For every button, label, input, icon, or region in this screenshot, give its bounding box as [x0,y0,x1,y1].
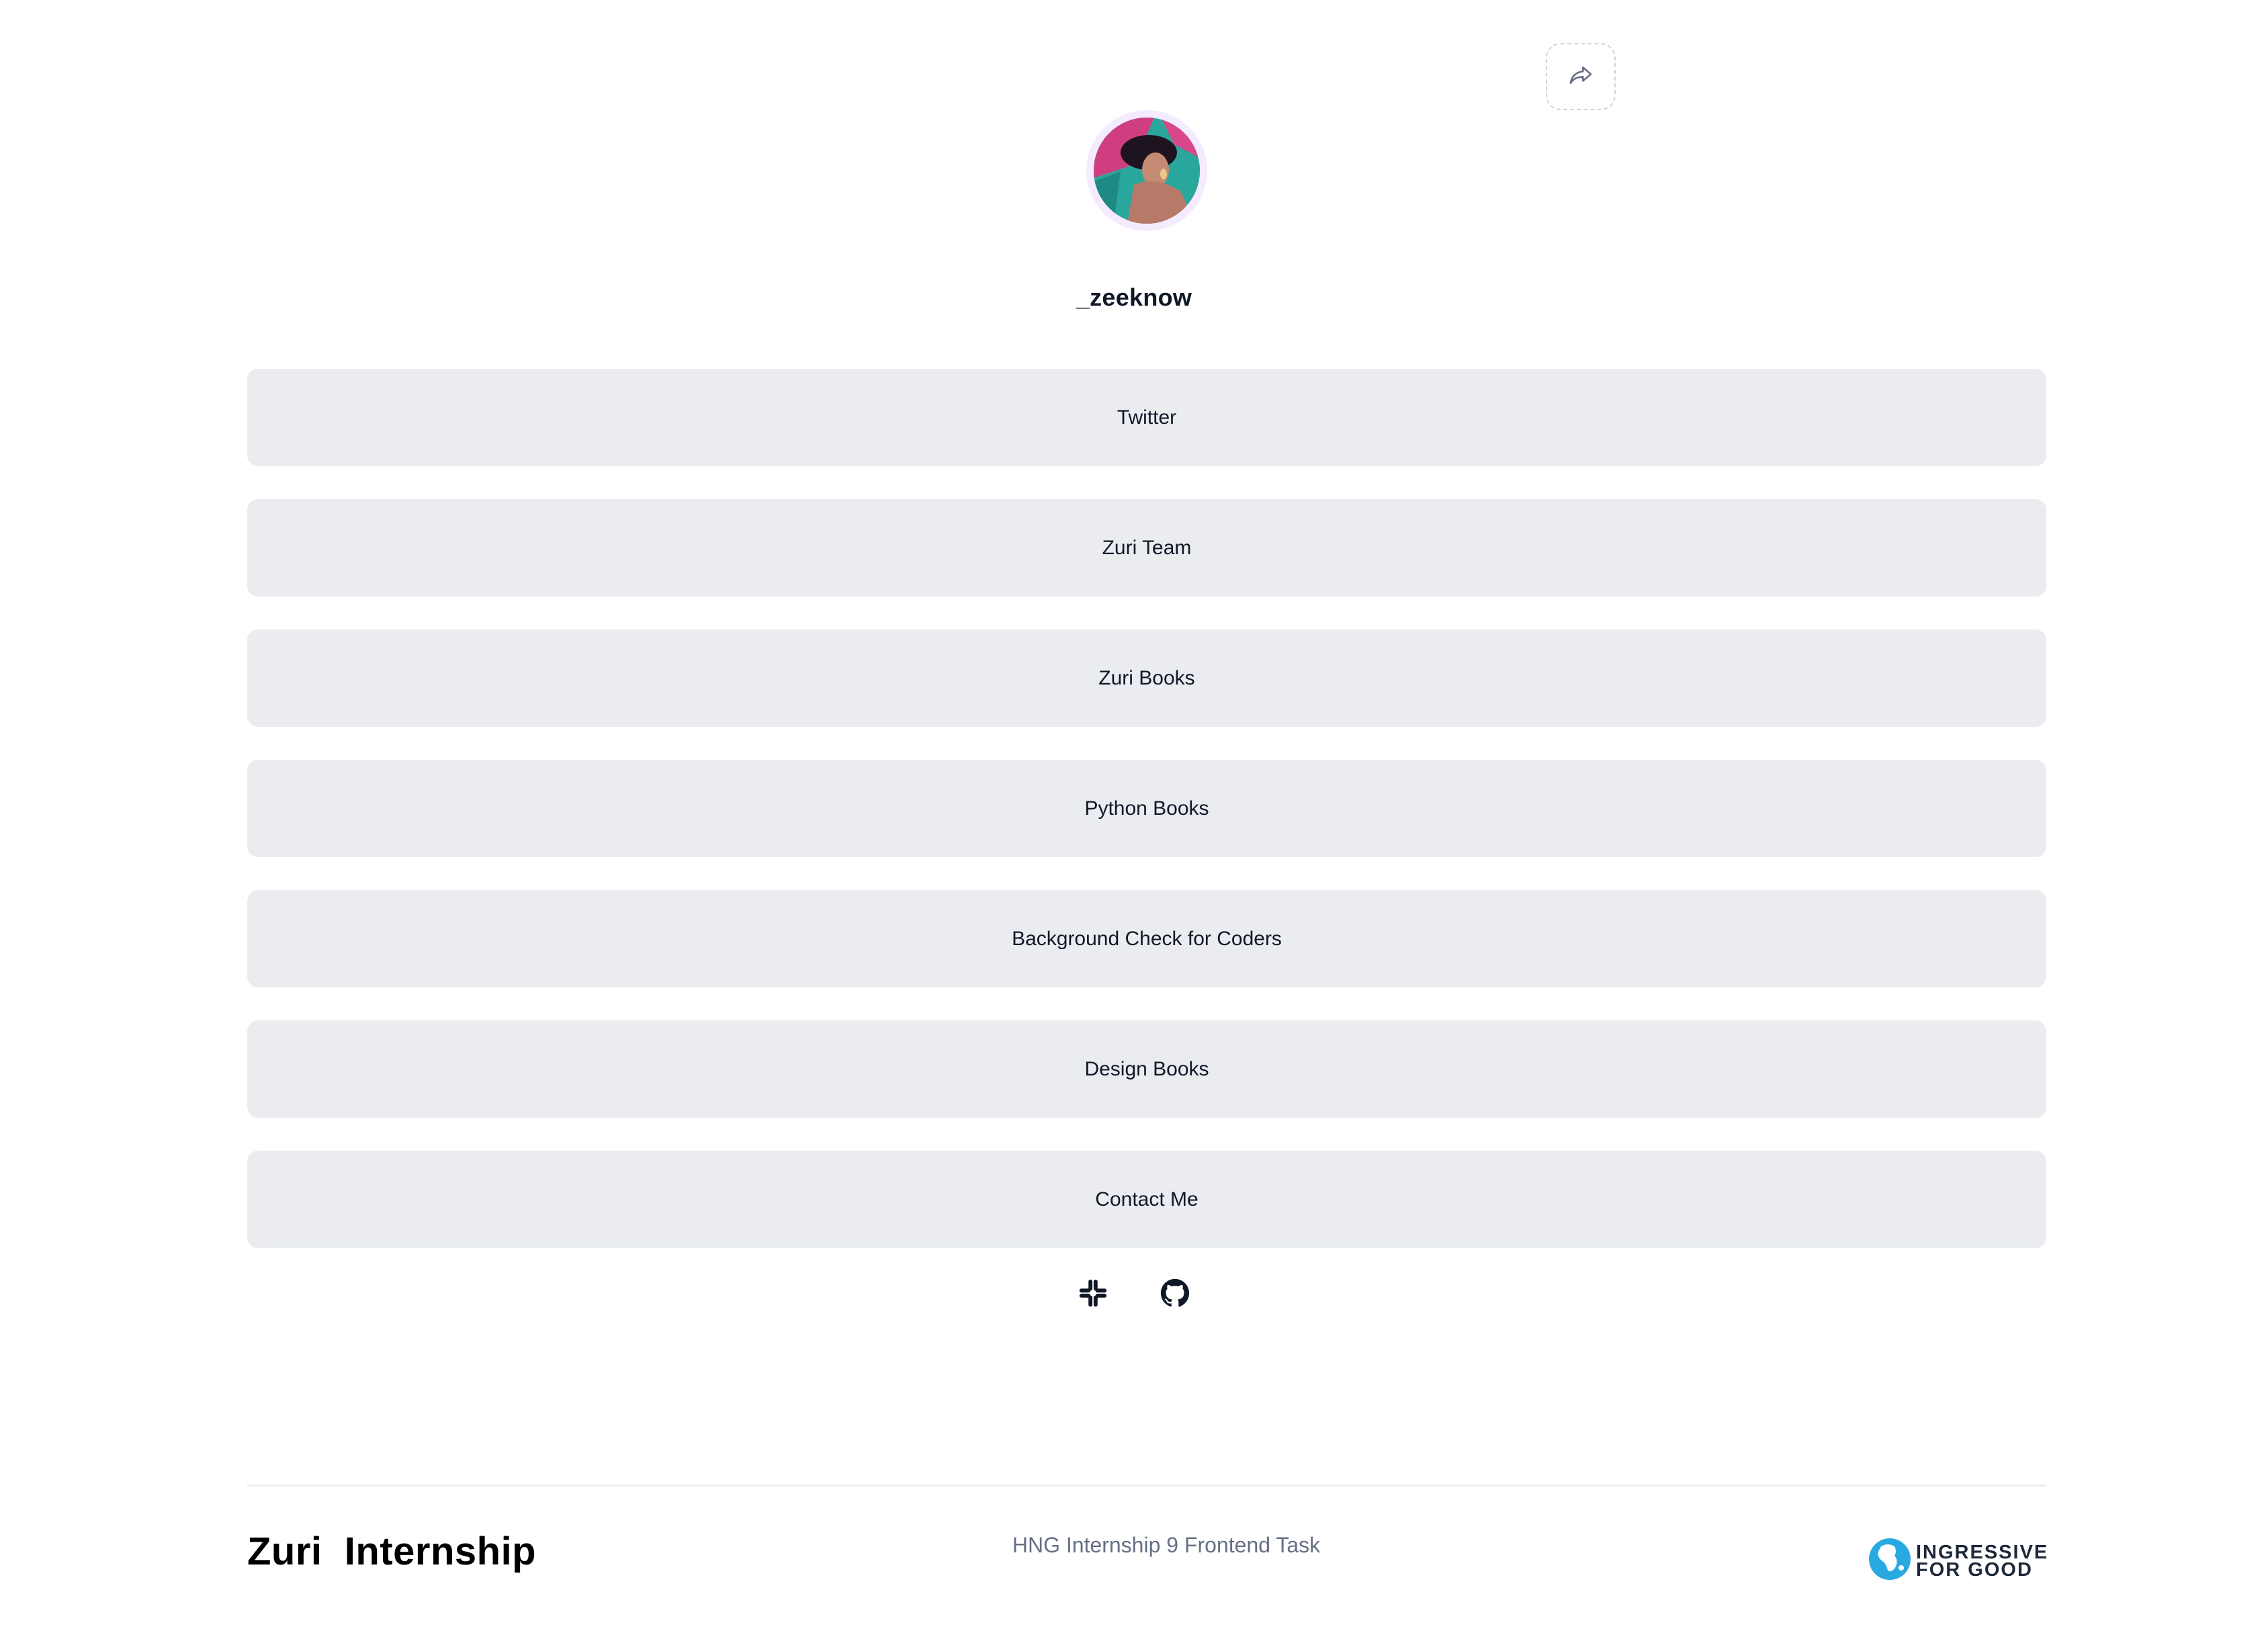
link-contact-me[interactable]: Contact Me [247,1151,2046,1248]
link-python-books[interactable]: Python Books [247,760,2046,857]
footer-divider [247,1485,2046,1487]
slack-icon [1078,1278,1108,1311]
link-background-check[interactable]: Background Check for Coders [247,890,2046,987]
link-zuri-books[interactable]: Zuri Books [247,629,2046,727]
ingressive-logo: INGRESSIVE FOR GOOD [1868,1537,2048,1585]
ingressive-line2: FOR GOOD [1916,1558,2033,1581]
slack-link[interactable] [1078,1279,1108,1310]
globe-icon [1868,1537,1912,1585]
social-icons [0,1278,2268,1311]
link-list: Twitter Zuri Team Zuri Books Python Book… [247,369,2046,1281]
share-icon [1567,62,1594,92]
link-design-books[interactable]: Design Books [247,1020,2046,1118]
profile-page: _zeeknow Twitter Zuri Team Zuri Books Py… [0,0,2268,1631]
username: _zeeknow [1076,283,1192,311]
share-button[interactable] [1546,43,1616,110]
github-icon [1160,1278,1190,1311]
ingressive-wordmark: INGRESSIVE FOR GOOD [1916,1541,2049,1581]
link-zuri-team[interactable]: Zuri Team [247,499,2046,597]
avatar [1094,118,1200,224]
github-link[interactable] [1160,1278,1190,1311]
ingressive-line1: INGRESSIVE [1916,1541,2049,1563]
avatar-ring [1086,110,1207,231]
link-twitter[interactable]: Twitter [247,369,2046,466]
